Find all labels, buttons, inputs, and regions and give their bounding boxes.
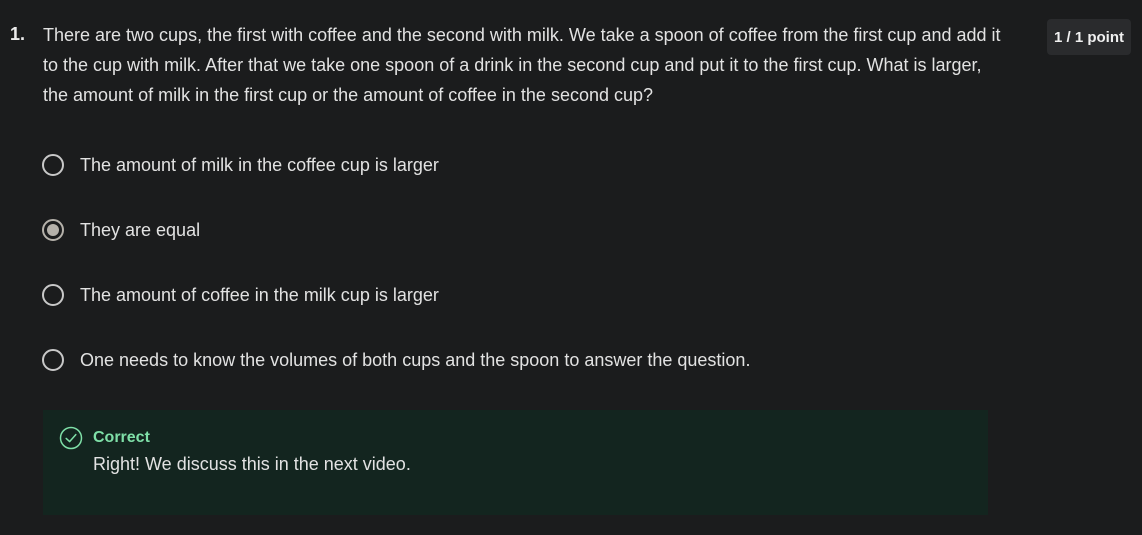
option-label: The amount of milk in the coffee cup is … (80, 154, 439, 175)
question-number: 1. (10, 24, 26, 44)
option-2[interactable]: The amount of coffee in the milk cup is … (42, 280, 750, 310)
feedback-status: Correct (93, 429, 150, 446)
radio-button[interactable] (42, 154, 64, 176)
radio-dot (47, 224, 59, 236)
option-0[interactable]: The amount of milk in the coffee cup is … (42, 150, 750, 180)
score-badge: 1 / 1 point (1047, 19, 1131, 55)
option-1[interactable]: They are equal (42, 215, 750, 245)
check-circle-icon (59, 426, 83, 450)
radio-button[interactable] (42, 349, 64, 371)
feedback-panel: Correct Right! We discuss this in the ne… (43, 410, 988, 515)
option-label: One needs to know the volumes of both cu… (80, 349, 751, 370)
feedback-header: Correct (59, 426, 150, 450)
option-label: They are equal (80, 219, 201, 240)
question-text: There are two cups, the first with coffe… (43, 25, 1001, 105)
quiz-question: 1. There are two cups, the first with co… (0, 0, 1142, 535)
answer-options: The amount of milk in the coffee cup is … (42, 150, 750, 410)
radio-button-selected[interactable] (42, 219, 64, 241)
radio-button[interactable] (42, 284, 64, 306)
option-label: The amount of coffee in the milk cup is … (80, 284, 439, 305)
feedback-message: Right! We discuss this in the next video… (93, 454, 411, 474)
option-3[interactable]: One needs to know the volumes of both cu… (42, 345, 750, 375)
